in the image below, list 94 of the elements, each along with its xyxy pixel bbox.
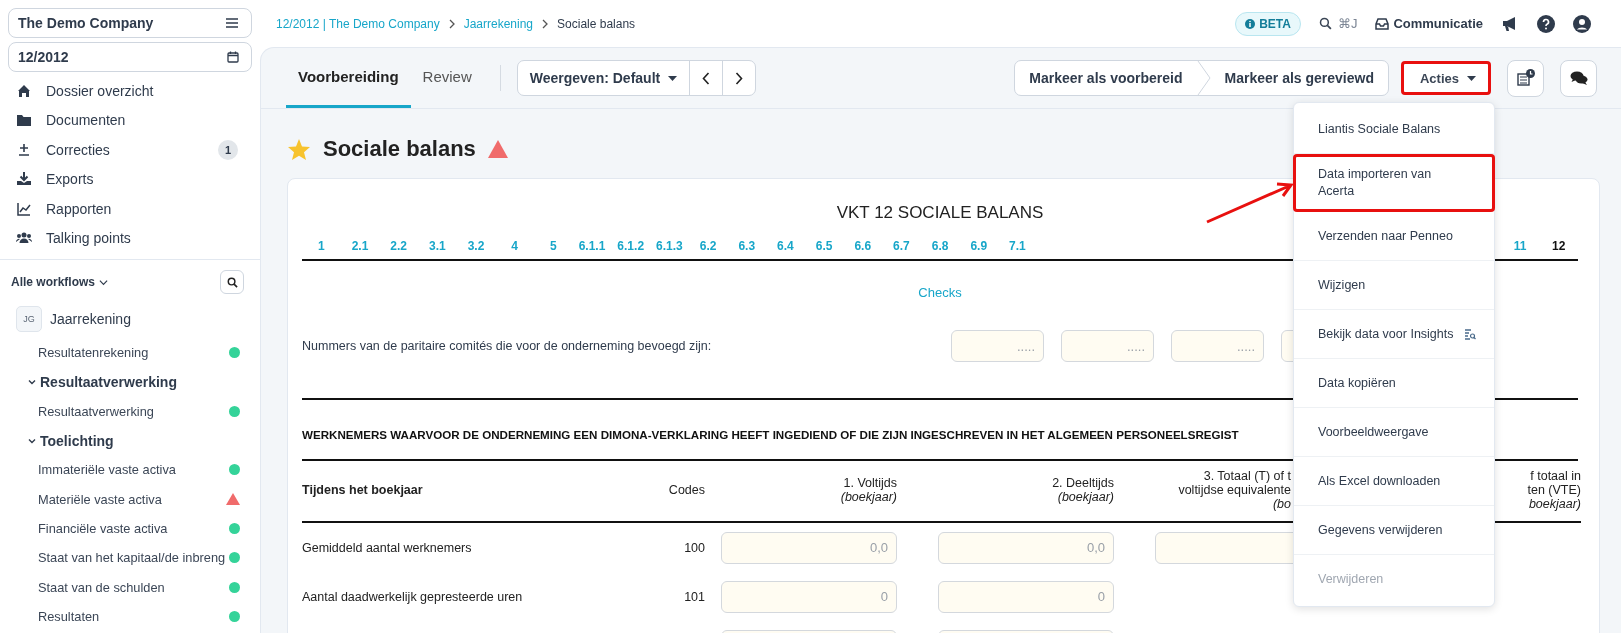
input-field[interactable]: 0,0 (721, 531, 897, 564)
history-button[interactable] (1507, 59, 1544, 97)
column-header: 2. Deeltijds (1052, 476, 1114, 490)
tree-item[interactable]: Financiële vaste activa (0, 513, 260, 544)
workflow-filter[interactable]: Alle workflows (11, 275, 109, 289)
actions-button[interactable]: Acties (1400, 61, 1491, 95)
column-header: (boekjaar) (840, 490, 897, 504)
tree-item[interactable]: Resultaten (0, 601, 260, 631)
input-field[interactable]: 0 (938, 580, 1114, 613)
help-icon[interactable] (1537, 14, 1555, 33)
tree-item[interactable]: Materiële vaste activa (0, 484, 260, 514)
menu-item[interactable]: Voorbeeldweergave (1294, 408, 1494, 457)
column-header: voltijdse equivalente (1178, 483, 1291, 497)
menu-item[interactable]: Bekijk data voor Insights (1294, 310, 1494, 359)
chevron-icon (99, 277, 109, 287)
menu-item[interactable]: Data kopiëren (1294, 359, 1494, 408)
form-title: VKT 12 SOCIALE BALANS (835, 203, 1045, 223)
sidebar-item[interactable]: Documenten (0, 105, 260, 135)
breadcrumb-current: Sociale balans (557, 16, 636, 31)
workflow-item[interactable]: JG Jaarrekening (0, 300, 260, 338)
tree-group-item[interactable]: Toelichting (0, 425, 260, 456)
initials-badge: JG (16, 306, 42, 332)
info-icon (1245, 18, 1256, 29)
nav-icon (16, 82, 32, 99)
period-select[interactable]: 12/2012 (8, 42, 252, 72)
menu-item[interactable]: Gegevens verwijderen (1294, 506, 1494, 555)
row-code: 101 (684, 589, 705, 604)
menu-item[interactable]: Liantis Sociale Balans (1294, 105, 1494, 154)
column-header: boekjaar) (1528, 497, 1581, 511)
tree-item[interactable]: Immateriële vaste activa (0, 455, 260, 485)
menu-item[interactable]: Als Excel downloaden (1294, 457, 1494, 506)
comments-button[interactable] (1560, 59, 1597, 97)
sidebar-item[interactable]: Talking points (0, 223, 260, 253)
tab[interactable]: Voorbereiding (286, 48, 411, 108)
column-header: ten (VTE) (1527, 483, 1581, 497)
inbox-icon (1375, 17, 1390, 30)
chevron-icon (541, 18, 550, 29)
mark-button[interactable]: Markeer als gereviewd (1210, 61, 1388, 95)
sidebar-item[interactable]: Exports (0, 164, 260, 194)
menu-icon[interactable] (225, 17, 239, 29)
search-button[interactable] (220, 270, 244, 294)
column-header: (bo (1272, 497, 1291, 511)
nav-icon (16, 171, 32, 188)
menu-item[interactable]: Wijzigen (1294, 261, 1494, 310)
tree-group-item[interactable]: Resultaatverwerking (0, 367, 260, 397)
tab[interactable]: Review (410, 48, 484, 108)
caret-icon (1467, 75, 1476, 81)
communicatie-link[interactable]: Communicatie (1375, 16, 1483, 31)
input-field[interactable]: 0,0 (938, 531, 1114, 564)
column-header: Codes (668, 483, 705, 497)
input-field[interactable]: 0 (721, 580, 897, 613)
tree-item[interactable]: Resultaatverwerking (0, 396, 260, 426)
nav-icon (16, 200, 32, 217)
column-header: 3. Totaal (T) of t (1203, 469, 1291, 483)
count-badge: 1 (218, 139, 238, 160)
row-label: Gemiddeld aantal werknemers (302, 540, 472, 555)
menu-item[interactable]: Verzenden naar Penneo (1294, 212, 1494, 261)
star-icon[interactable] (287, 137, 311, 161)
search-icon (1318, 17, 1332, 30)
clock-document-icon (1515, 68, 1536, 88)
chat-icon (1569, 70, 1588, 86)
column-header: 1. Voltijds (843, 476, 897, 490)
nav-icon (16, 141, 32, 158)
tree-item[interactable]: Staat van de schulden (0, 572, 260, 602)
user-icon[interactable] (1573, 14, 1591, 33)
company-select[interactable]: The Demo Company (8, 8, 252, 38)
nav-icon (16, 112, 32, 129)
input-field[interactable]: ..... (1061, 330, 1154, 362)
chevron-right-icon (735, 71, 744, 85)
section-link[interactable]: 12 (1539, 239, 1579, 253)
column-header: (boekjaar) (1057, 490, 1114, 504)
column-header: f totaal in (1530, 469, 1581, 483)
page-title: Sociale balans (323, 136, 476, 162)
caret-icon (668, 75, 678, 81)
menu-item[interactable]: Data importeren van Acerta (1293, 154, 1495, 212)
search-shortcut[interactable]: ⌘J (1318, 16, 1358, 31)
row-code: 100 (684, 540, 705, 555)
tree-item[interactable]: Staat van het kapitaal/de inbreng (0, 543, 260, 573)
beta-badge[interactable]: BETA (1235, 11, 1301, 36)
input-field[interactable]: ..... (951, 330, 1044, 362)
row-label: Aantal daadwerkelijk gepresteerde uren (302, 589, 523, 604)
sidebar-item[interactable]: Dossier overzicht (0, 76, 260, 106)
column-header: Tijdens het boekjaar (302, 483, 423, 497)
tree-item[interactable]: Resultatenrekening (0, 338, 260, 368)
search-icon (226, 276, 238, 288)
sidebar-item[interactable]: Correcties 1 (0, 135, 260, 165)
calendar-icon (227, 51, 239, 63)
field-label: Nummers van de paritaire comités die voor de onderneming bevoegd zijn: (302, 339, 713, 353)
insights-icon (1463, 328, 1476, 340)
chevron-icon (447, 18, 456, 29)
input-field[interactable]: ..... (1171, 330, 1264, 362)
mark-button[interactable]: Markeer als voorbereid (1015, 61, 1197, 95)
sidebar-item[interactable]: Rapporten (0, 194, 260, 224)
chevron-left-icon (702, 71, 711, 85)
